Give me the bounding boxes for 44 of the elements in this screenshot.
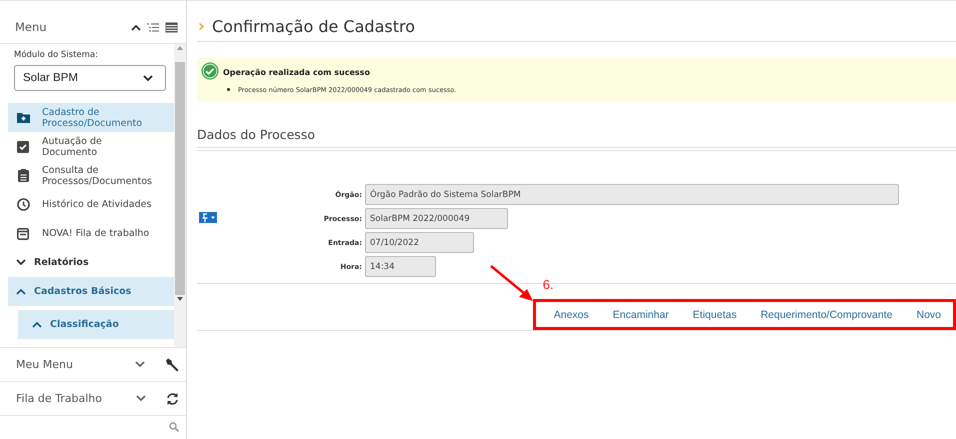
- page-title: Confirmação de Cadastro: [212, 16, 415, 36]
- pin-menu-icon[interactable]: [199, 212, 217, 223]
- action-link[interactable]: Etiquetas: [680, 308, 749, 320]
- table-icon[interactable]: [165, 22, 178, 32]
- list-icon[interactable]: [147, 22, 159, 32]
- input-field[interactable]: 07/10/2022: [365, 232, 474, 253]
- search-icon[interactable]: [169, 422, 179, 432]
- clipboard-check-icon: [17, 140, 29, 153]
- collapse-icon[interactable]: [131, 24, 141, 30]
- wrench-icon[interactable]: [165, 358, 179, 372]
- action-link[interactable]: Encaminhar: [600, 308, 681, 320]
- alert-title: Operação realizada com sucesso: [223, 68, 371, 77]
- menu-title: Menu: [15, 20, 48, 34]
- menu-item[interactable]: Autuação de Documento: [8, 132, 174, 161]
- section-title: Dados do Processo: [197, 121, 956, 148]
- action-link[interactable]: Novo: [904, 308, 953, 320]
- menu-group[interactable]: Classificação: [18, 310, 174, 339]
- scrollbar[interactable]: [174, 44, 186, 347]
- clock-icon: [16, 198, 30, 211]
- field-label: Módulo do Sistema:: [13, 49, 99, 60]
- calendar-icon: [17, 228, 29, 240]
- input-field[interactable]: 14:34: [365, 256, 436, 277]
- menu-item[interactable]: NOVA! Fila de trabalho: [8, 219, 174, 248]
- input-field[interactable]: SolarBPM 2022/000049: [365, 208, 508, 229]
- input-field[interactable]: Órgão Padrão do Sistema SolarBPM: [365, 184, 899, 205]
- action-link[interactable]: Requerimento/Comprovante: [748, 308, 904, 320]
- panel-title[interactable]: Fila de Trabalho: [16, 392, 116, 405]
- step-number: 6.: [542, 277, 554, 292]
- chevron-icon[interactable]: [16, 259, 26, 266]
- check-icon: [201, 62, 219, 80]
- chevron-icon: [199, 22, 204, 30]
- chevron-icon[interactable]: [143, 74, 153, 82]
- folder-plus-icon: [16, 112, 30, 123]
- clipboard-list-icon: [18, 169, 28, 182]
- scroll-down-icon[interactable]: [177, 297, 183, 301]
- menu-item[interactable]: Histórico de Atividades: [8, 190, 174, 219]
- menu-item[interactable]: Cadastro de Processo/Documento: [8, 103, 174, 132]
- menu-item[interactable]: Consulta de Processos/Documentos: [8, 161, 174, 190]
- module-select[interactable]: Solar BPM: [14, 65, 166, 91]
- refresh-icon[interactable]: [166, 392, 179, 406]
- action-link[interactable]: Anexos: [542, 308, 601, 320]
- panel-title[interactable]: Meu Menu: [16, 358, 115, 371]
- menu-group[interactable]: Relatórios: [8, 248, 174, 277]
- menu-group[interactable]: Cadastros Básicos: [8, 277, 174, 306]
